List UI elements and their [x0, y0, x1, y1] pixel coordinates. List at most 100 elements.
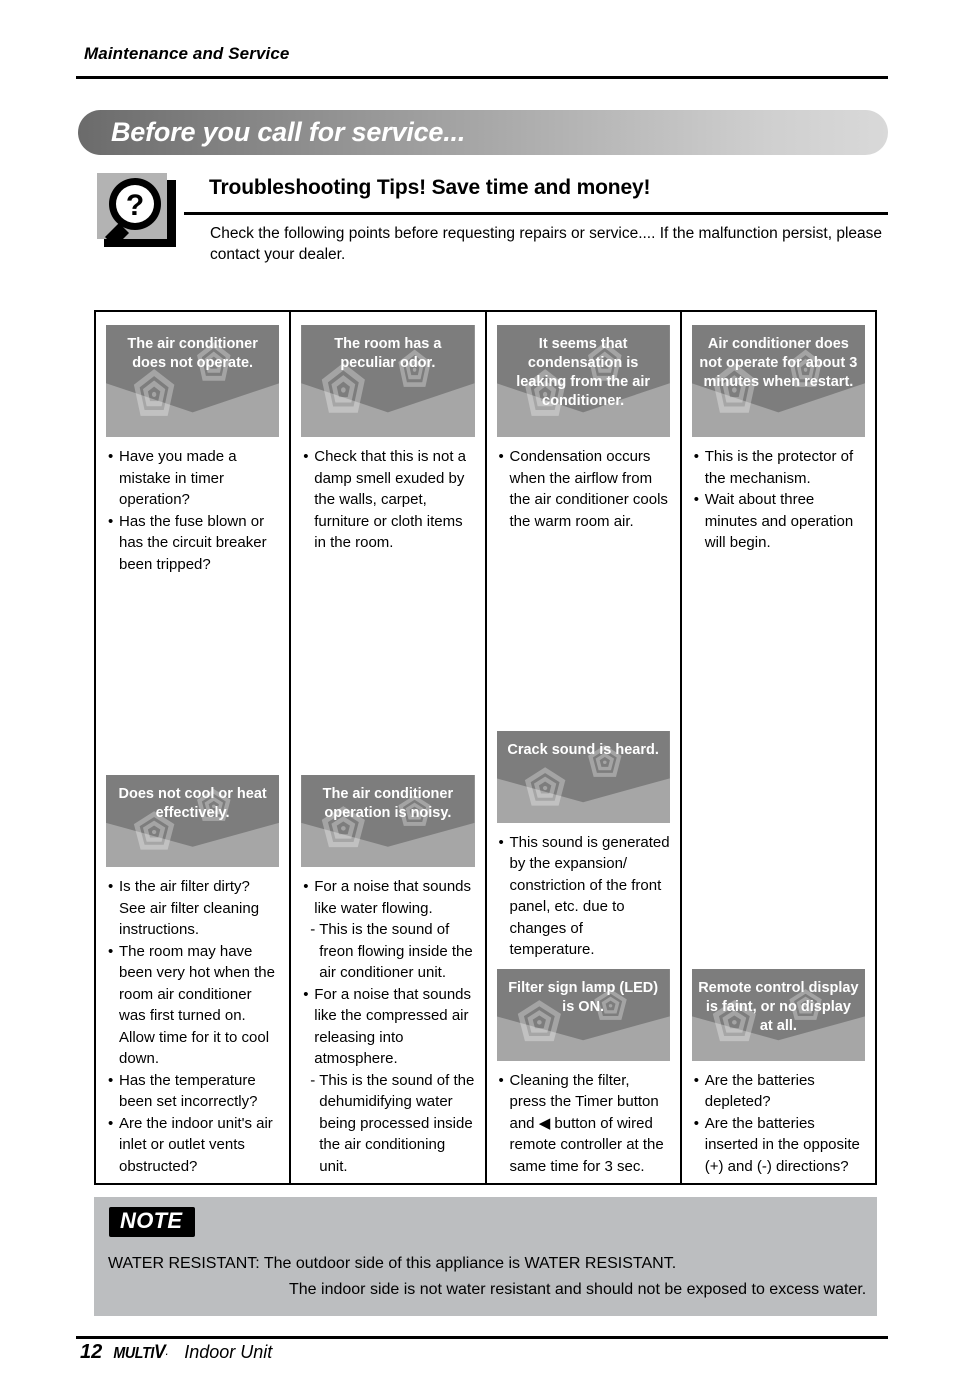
list-item-text: This is the sound of freon flowing insid…: [319, 921, 473, 981]
category-header: It seems that condensation is leaking fr…: [496, 325, 670, 437]
list-item: • Has the fuse blown or has the circuit b…: [108, 511, 279, 576]
magnifier-glyph: ?: [105, 178, 161, 247]
list-bullet: •: [108, 942, 114, 960]
list-bullet: •: [498, 833, 504, 851]
row1-col2-list: • Check that this is not a damp smell exu…: [291, 437, 484, 554]
column-spacer: [291, 554, 484, 763]
column-spacer: [96, 575, 289, 762]
list-item: • For a noise that sounds like water flow…: [303, 876, 474, 919]
list-bullet: •: [108, 448, 114, 465]
page-footer: 12 MULTIV. Indoor Unit: [80, 1341, 272, 1364]
list-item: • Have you made a mistake in timer operat…: [108, 446, 279, 511]
category-header-text: Filter sign lamp (LED) is ON.: [508, 979, 659, 1015]
note-line-primary: WATER RESISTANT: The outdoor side of thi…: [108, 1255, 677, 1272]
page-number: 12: [80, 1341, 103, 1363]
row2-col2-list: • For a noise that sounds like water flow…: [291, 867, 484, 1177]
running-head: Maintenance and Service: [84, 44, 290, 63]
logo-word: MULTI: [113, 1345, 155, 1362]
list-bullet: •: [108, 878, 114, 895]
table-column: It seems that condensation is leaking fr…: [487, 312, 682, 1183]
list-item-text: This is the protector of the mechanism.: [704, 448, 854, 487]
logo-v: V: [154, 1342, 166, 1363]
category-header-text: Remote control display is faint, or no d…: [698, 979, 859, 1034]
list-bullet: •: [303, 878, 309, 895]
list-bullet: •: [108, 1114, 114, 1132]
category-header-text: Does not cool or heat effectively.: [118, 786, 267, 821]
list-item: • The room may have been very hot when th…: [108, 941, 279, 1070]
list-item-text: This is the sound of the dehumidifying w…: [319, 1071, 475, 1175]
list-item-text: Is the air filter dirty? See air filter …: [119, 878, 260, 938]
list-item: • Check that this is not a damp smell exu…: [303, 446, 474, 554]
list-item: - This is the sound of freon flowing insi…: [303, 919, 474, 984]
list-item: • Is the air filter dirty? See air filter…: [108, 876, 279, 941]
list-item-text: This sound is generated by the expansion…: [509, 833, 670, 959]
troubleshooting-description: Check the following points before reques…: [210, 225, 883, 263]
table-column: The air conditioner does not operate. • Ha…: [96, 312, 292, 1183]
category-header: Crack sound is heard.: [496, 730, 670, 823]
category-header: Air conditioner does not operate for abo…: [691, 325, 865, 437]
logo-tm: .: [165, 1347, 168, 1357]
category-header: Does not cool or heat effectively.: [106, 775, 280, 867]
list-item: - This is the sound of the dehumidifying …: [303, 1070, 474, 1178]
category-header-text: The air conditioner operation is noisy.: [322, 786, 454, 821]
multi-v-logo: MULTIV.: [113, 1342, 169, 1364]
svg-text:?: ?: [126, 189, 144, 222]
category-header-text: Air conditioner does not operate for abo…: [699, 336, 858, 390]
list-item: • Cleaning the filter, press the Timer bu…: [499, 1070, 670, 1178]
tips-divider: [184, 212, 888, 215]
column-tail-spacer: [291, 1177, 484, 1183]
category-header: Filter sign lamp (LED) is ON.: [496, 968, 670, 1061]
category-header: The air conditioner does not operate.: [106, 325, 280, 437]
list-item: • Are the batteries inserted in the oppos…: [694, 1113, 865, 1178]
list-item-text: For a noise that sounds like water flowi…: [314, 878, 472, 917]
list-item-text: Are the indoor unit's air inlet or outle…: [119, 1114, 273, 1175]
row1-col4-list: • This is the protector of the mechanism.…: [682, 437, 875, 554]
list-item: • Has the temperature been set incorrectl…: [108, 1070, 279, 1113]
column-tail-spacer: [487, 1177, 680, 1183]
footer-divider: [76, 1336, 888, 1339]
column-tail-spacer: [682, 1177, 875, 1183]
list-bullet: •: [108, 512, 114, 530]
list-item: • Wait about three minutes and operation …: [694, 489, 865, 554]
category-header: The air conditioner operation is noisy.: [301, 775, 475, 867]
column-tail-spacer: [96, 1177, 289, 1183]
category-header-text: Crack sound is heard.: [507, 741, 659, 758]
list-item-text: For a noise that sounds like the compres…: [314, 985, 472, 1068]
list-item: • This sound is generated by the expansio…: [499, 832, 670, 961]
list-item-text: The room may have been very hot when the…: [119, 942, 275, 1068]
list-item-text: Has the temperature been set incorrectly…: [119, 1071, 258, 1111]
list-bullet: •: [108, 1071, 114, 1089]
list-bullet: •: [693, 1114, 700, 1132]
list-bullet: •: [303, 985, 309, 1003]
list-bullet: •: [498, 1071, 504, 1089]
category-header-text: The air conditioner does not operate.: [127, 336, 258, 371]
list-item-text: Are the batteries depleted?: [704, 1071, 815, 1111]
magnifier-question-icon: ?: [97, 173, 183, 257]
list-item-text: Cleaning the filter, press the Timer but…: [509, 1071, 664, 1175]
category-header-text: It seems that condensation is leaking fr…: [516, 336, 650, 409]
list-item-text: Wait about three minutes and operation w…: [704, 491, 854, 551]
list-item: • Are the batteries depleted?: [694, 1070, 865, 1113]
list-bullet: •: [498, 448, 504, 465]
category-header: Remote control display is faint, or no d…: [691, 968, 865, 1061]
category-header: The room has a peculiar odor.: [301, 325, 475, 437]
list-bullet: •: [693, 1071, 700, 1089]
row1-col1-list: • Have you made a mistake in timer operat…: [96, 437, 289, 575]
list-bullet: -: [310, 921, 316, 938]
list-bullet: •: [303, 448, 309, 465]
section-title: Before you call for service...: [111, 117, 466, 147]
note-badge: NOTE: [109, 1207, 196, 1237]
section-banner: Before you call for service...: [78, 110, 888, 155]
list-bullet: -: [310, 1071, 316, 1089]
table-column: Air conditioner does not operate for abo…: [682, 312, 875, 1183]
row1-col3-list: • Condensation occurs when the airflow fr…: [487, 437, 680, 532]
list-item-text: Condensation occurs when the airflow fro…: [509, 448, 668, 530]
header-divider: [76, 76, 888, 79]
note-block: NOTE WATER RESISTANT: The outdoor side o…: [94, 1197, 877, 1316]
list-bullet: •: [693, 448, 700, 465]
list-item: • Condensation occurs when the airflow fr…: [499, 446, 670, 532]
list-item: • Are the indoor unit's air inlet or outl…: [108, 1113, 279, 1178]
category-header-text: The room has a peculiar odor.: [334, 336, 442, 371]
troubleshooting-title: Troubleshooting Tips! Save time and mone…: [209, 176, 651, 199]
list-bullet: •: [693, 491, 700, 508]
